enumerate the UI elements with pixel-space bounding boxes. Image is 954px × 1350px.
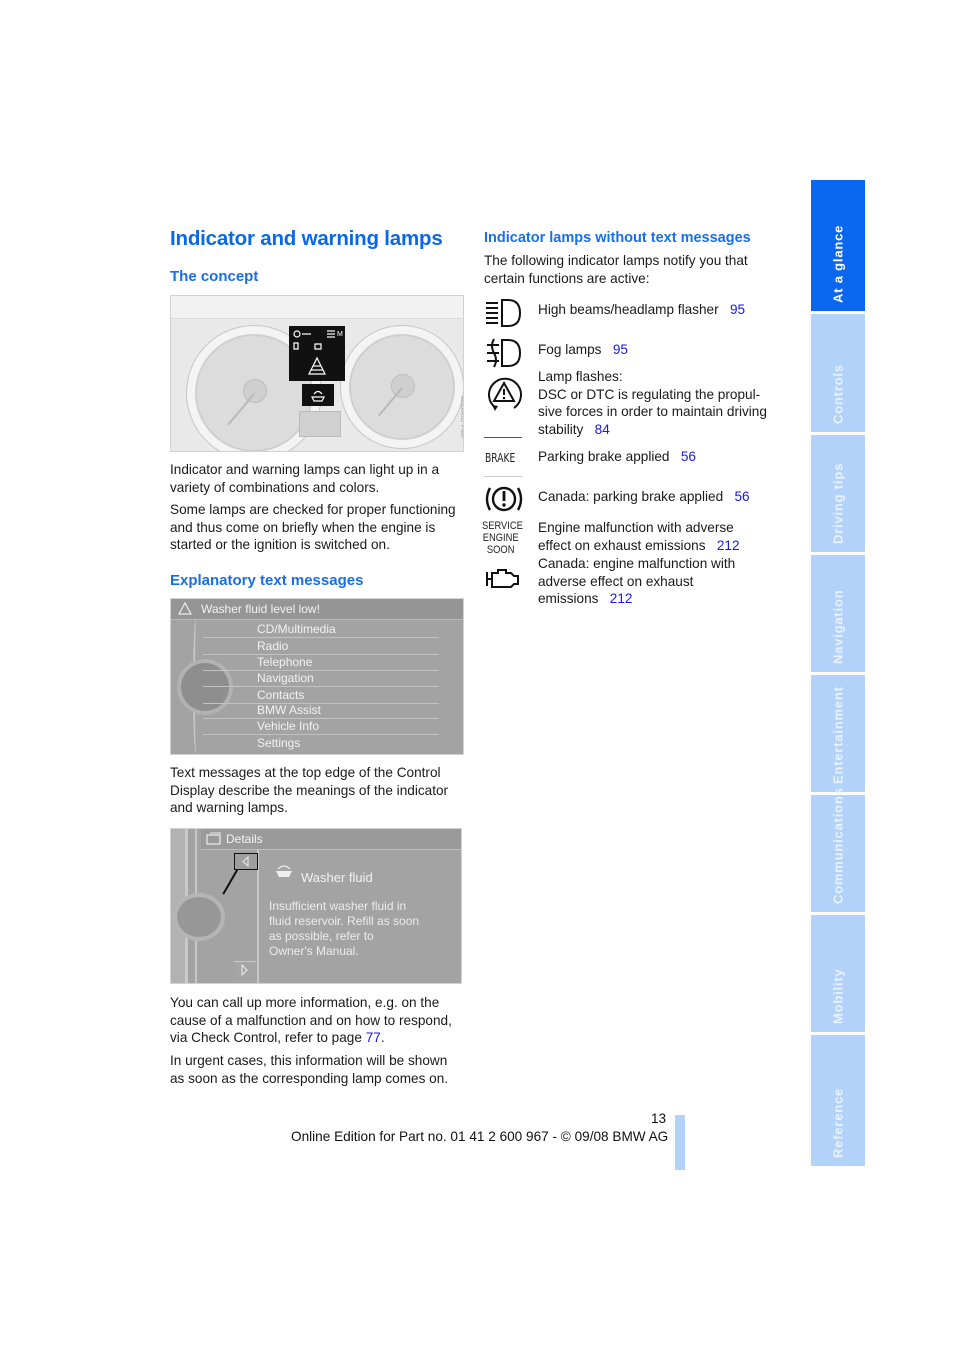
menu-item[interactable]: Radio bbox=[203, 638, 439, 655]
details-icon bbox=[206, 832, 221, 845]
washer-fluid-icon bbox=[276, 865, 292, 877]
controller-knob bbox=[177, 897, 221, 937]
menu-item[interactable]: Telephone bbox=[203, 654, 439, 671]
explanatory-paragraph: Text messages at the top edge of the Con… bbox=[170, 765, 449, 815]
high-beam-icon bbox=[486, 299, 522, 327]
tab-mobility[interactable]: Mobility bbox=[811, 915, 865, 1032]
tab-driving-tips[interactable]: Driving tips bbox=[811, 435, 865, 552]
lamp-item: High beams/headlamp flasher 95 bbox=[538, 302, 746, 317]
menu-title-bar: Washer fluid level low! bbox=[171, 599, 463, 620]
tab-reference[interactable]: Reference bbox=[811, 1035, 865, 1166]
indicator-lamp-panel: M bbox=[289, 326, 345, 381]
forward-arrow-button[interactable] bbox=[234, 961, 256, 978]
lamp-item: Engine malfunction with adverse effect o… bbox=[538, 520, 740, 553]
lamp-item: Canada: engine malfunction with adverse … bbox=[538, 556, 736, 607]
menu-item[interactable]: CD/Multimedia bbox=[203, 621, 439, 638]
service-engine-soon-icon: SERVICE ENGINE SOON bbox=[482, 520, 523, 556]
figure-code: W0BM0ZFPMA bbox=[459, 396, 464, 438]
lamp-item: Canada: parking brake applied 56 bbox=[538, 489, 750, 504]
control-display-menu-figure: Washer fluid level low! CD/Multimedia Ra… bbox=[170, 598, 464, 755]
page-link[interactable]: 56 bbox=[735, 489, 750, 504]
engine-check-icon bbox=[486, 569, 519, 588]
svg-text:M: M bbox=[337, 331, 343, 338]
dsc-warning-icon bbox=[488, 377, 522, 411]
page-link[interactable]: 56 bbox=[681, 449, 696, 464]
indicator-intro: The following indicator lamps notify you… bbox=[484, 253, 748, 286]
menu-item[interactable]: BMW Assist bbox=[203, 702, 439, 719]
footer-marker bbox=[675, 1115, 685, 1170]
details-screen-figure: Details Washer fluid Insufficient washer… bbox=[170, 828, 462, 984]
page-link[interactable]: 95 bbox=[730, 302, 745, 317]
menu-item[interactable]: Settings bbox=[203, 735, 439, 751]
indicator-lamps-heading: Indicator lamps without text messages bbox=[484, 230, 751, 246]
fog-lamp-icon bbox=[487, 338, 522, 368]
page-link[interactable]: 77 bbox=[366, 1030, 381, 1045]
footer-text: Online Edition for Part no. 01 41 2 600 … bbox=[291, 1129, 669, 1144]
menu-item[interactable]: Navigation bbox=[203, 670, 439, 687]
details-body: Insufficient washer fluid in fluid reser… bbox=[269, 899, 420, 958]
details-title: Details bbox=[226, 832, 263, 846]
tab-entertainment[interactable]: Entertainment bbox=[811, 675, 865, 792]
page-link[interactable]: 212 bbox=[610, 591, 633, 606]
more-info-paragraph: You can call up more information, e.g. o… bbox=[170, 995, 452, 1045]
urgent-paragraph: In urgent cases, this information will b… bbox=[170, 1053, 449, 1086]
concept-heading: The concept bbox=[170, 268, 259, 285]
page-title: Indicator and warning lamps bbox=[170, 227, 443, 250]
back-arrow-button[interactable] bbox=[234, 853, 258, 870]
tab-at-a-glance[interactable]: At a glance bbox=[811, 180, 865, 311]
canada-parking-brake-icon bbox=[485, 486, 523, 512]
tachometer-gauge bbox=[341, 326, 463, 448]
explanatory-heading: Explanatory text messages bbox=[170, 572, 364, 589]
lamp-item: Parking brake applied 56 bbox=[538, 449, 696, 464]
lamp-item: Lamp flashes: DSC or DTC is regulating t… bbox=[538, 369, 767, 437]
page-link[interactable]: 95 bbox=[613, 342, 628, 357]
lamp-item: Fog lamps 95 bbox=[538, 342, 628, 357]
menu-title: Washer fluid level low! bbox=[201, 602, 320, 616]
instrument-cluster-figure: M W0BM0ZFPMA bbox=[170, 295, 464, 452]
page-link[interactable]: 212 bbox=[717, 538, 740, 553]
concept-paragraph-1: Indicator and warning lamps can light up… bbox=[170, 462, 440, 495]
tab-communications[interactable]: Communications bbox=[811, 787, 865, 912]
page-number: 13 bbox=[651, 1111, 667, 1126]
brake-text-icon: BRAKE bbox=[484, 437, 522, 477]
tab-navigation[interactable]: Navigation bbox=[811, 555, 865, 672]
details-heading: Washer fluid bbox=[301, 870, 373, 885]
concept-paragraph-2: Some lamps are checked for proper functi… bbox=[170, 502, 456, 552]
menu-item[interactable]: Vehicle Info bbox=[203, 718, 439, 735]
page-link[interactable]: 84 bbox=[595, 422, 610, 437]
warning-triangle-icon bbox=[178, 602, 192, 615]
washer-fluid-lamp bbox=[302, 384, 334, 406]
tab-controls[interactable]: Controls bbox=[811, 314, 865, 432]
